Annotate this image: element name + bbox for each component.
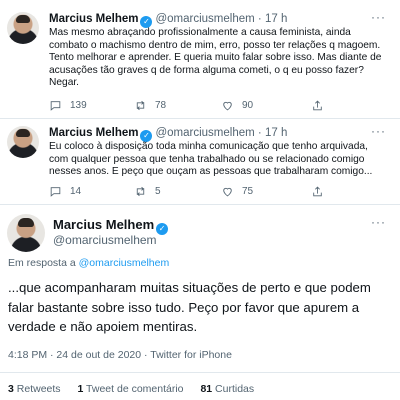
handle[interactable]: @omarciusmelhem [155, 127, 254, 139]
reply-count: 139 [70, 100, 87, 111]
display-name[interactable]: Marcius Melhem [49, 127, 138, 139]
likes-stat[interactable]: 81 Curtidas [200, 383, 254, 395]
share-icon [313, 186, 322, 197]
retweet-button[interactable]: 5 [134, 185, 161, 198]
retweets-label: Retweets [16, 383, 61, 395]
likes-count: 81 [200, 383, 213, 395]
retweet-icon [136, 100, 145, 111]
quote-tweets-stat[interactable]: 1 Tweet de comentário [77, 383, 183, 395]
tweet-text: Eu coloco à disposição toda minha comuni… [49, 141, 373, 178]
tweet-meta: 4:18 PM · 24 de out de 2020 · Twitter fo… [8, 349, 232, 361]
retweets-stat[interactable]: 3 Retweets [8, 383, 61, 395]
likes-label: Curtidas [215, 383, 255, 395]
main-tweet: Marcius Melhem ✓ @omarciusmelhem ··· Em r… [0, 205, 400, 400]
heart-icon [223, 101, 232, 111]
verified-badge-icon: ✓ [156, 223, 169, 235]
handle[interactable]: @omarciusmelhem [155, 13, 254, 25]
tweet-header: Marcius Melhem ✓ @omarciusmelhem · 17 h [49, 126, 287, 142]
display-name[interactable]: Marcius Melhem [49, 13, 138, 25]
timestamp[interactable]: 17 h [265, 127, 287, 139]
tweet-header: Marcius Melhem ✓ @omarciusmelhem · 17 h [49, 12, 287, 28]
heart-icon [223, 187, 232, 197]
tweet-actions: 14 5 75 [49, 185, 379, 199]
tweet-text: Mas mesmo abraçando profissionalmente a … [49, 27, 382, 89]
handle[interactable]: @omarciusmelhem [53, 233, 157, 247]
comments-label: Tweet de comentário [86, 383, 184, 395]
divider [0, 372, 400, 373]
separator-dot: · [257, 127, 262, 139]
more-icon[interactable]: ··· [371, 215, 386, 229]
retweet-icon [136, 186, 145, 197]
avatar[interactable] [7, 12, 39, 44]
share-icon [313, 100, 322, 111]
timestamp[interactable]: 17 h [265, 13, 287, 25]
separator-dot: · [257, 13, 262, 25]
like-count: 90 [242, 100, 254, 111]
tweet[interactable]: Marcius Melhem ✓ @omarciusmelhem · 17 h ··… [0, 119, 400, 204]
reply-icon [50, 187, 61, 197]
reply-context: Em resposta a @omarciusmelhem [8, 257, 169, 269]
retweets-count: 3 [8, 383, 14, 395]
more-icon[interactable]: ··· [371, 124, 386, 138]
retweet-count: 5 [155, 186, 161, 197]
tweet-text: ...que acompanharam muitas situações de … [8, 280, 371, 334]
display-name-text: Marcius Melhem [53, 217, 155, 232]
comments-count: 1 [77, 383, 84, 395]
tweet-actions: 139 78 90 [49, 99, 379, 113]
reply-button[interactable]: 139 [49, 99, 87, 112]
reply-icon [50, 101, 61, 111]
avatar[interactable] [7, 214, 45, 252]
more-icon[interactable]: ··· [371, 10, 386, 24]
reply-count: 14 [70, 186, 82, 197]
tweet-stats: 3 Retweets 1 Tweet de comentário 81 Curt… [8, 383, 268, 395]
retweet-button[interactable]: 78 [134, 99, 166, 112]
like-button[interactable]: 75 [221, 185, 253, 198]
like-count: 75 [242, 186, 254, 197]
retweet-count: 78 [155, 100, 167, 111]
avatar[interactable] [7, 126, 39, 158]
tweet[interactable]: Marcius Melhem ✓ @omarciusmelhem · 17 h ··… [0, 0, 400, 118]
reply-handle-link[interactable]: @omarciusmelhem [79, 257, 170, 269]
share-button[interactable] [311, 99, 324, 112]
timestamp[interactable]: 4:18 PM · 24 de out de 2020 · [8, 349, 150, 361]
reply-button[interactable]: 14 [49, 185, 81, 198]
share-button[interactable] [311, 185, 324, 198]
like-button[interactable]: 90 [221, 99, 253, 112]
source-link[interactable]: Twitter for iPhone [150, 349, 232, 361]
reply-prefix: Em resposta a [8, 257, 76, 269]
